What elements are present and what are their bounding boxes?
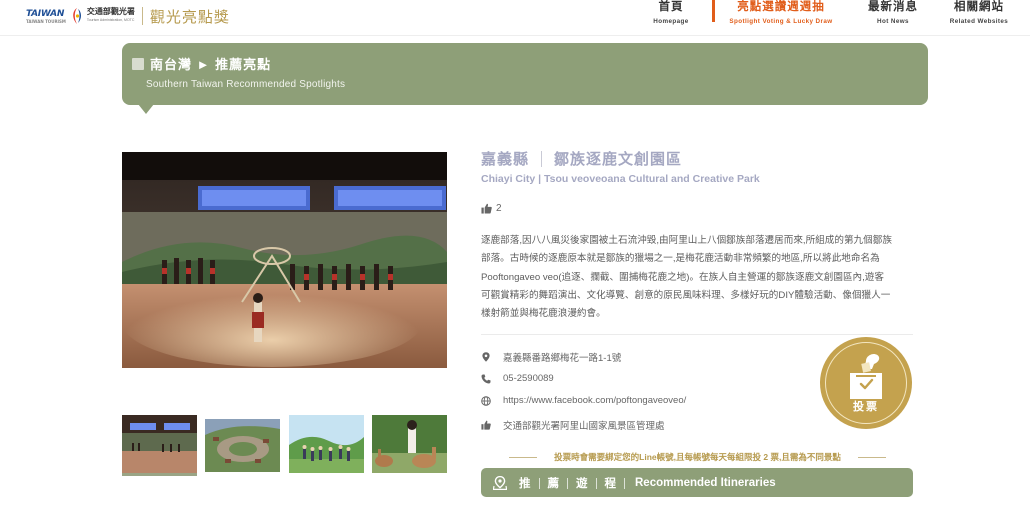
description-line: 樣射箭並與梅花鹿浪漫約會。 [481,308,606,320]
like-count-value: 2 [496,203,502,214]
site-logo[interactable]: TAIWAN TAIWAN TOURISM 交通部觀光署 Tourism Adm… [26,3,230,29]
section-banner: 南台灣 ► 推薦亮點 Southern Taiwan Recommended S… [122,43,928,105]
char-separator [595,477,597,489]
thumbs-up-icon [481,420,491,430]
itinerary-char: 推 [519,477,531,490]
description-line: 部落。古時候的逐鹿原本就是鄒族的獵場之一,是梅花鹿活動非常頻繁的地區,所以將此地… [481,253,880,265]
brand-title: 觀光亮點獎 [149,7,230,26]
organizer-text: 交通部觀光署阿里山國家風景區管理處 [503,421,665,432]
nav-item-related-websites[interactable]: 相關網站 Related Websites [934,0,1024,36]
thumbnail-strip [122,415,447,477]
like-count[interactable]: 2 [481,203,502,214]
nav-item-label-en: Homepage [653,18,689,25]
nav-item-hot-news[interactable]: 最新消息 Hot News [858,0,928,36]
thumbnail-image [371,415,447,476]
globe-icon [481,395,491,406]
website-row: https://www.facebook.com/poftongaveoveo/ [481,395,686,406]
banner-subtitle: Southern Taiwan Recommended Spotlights [146,79,346,90]
thumbnail-image [288,415,364,476]
square-icon [132,57,144,70]
map-marker-icon [493,475,507,490]
spot-subtitle: Chiayi City | Tsou veoveoana Cultural an… [481,173,760,185]
itinerary-char: 程 [604,477,617,490]
banner-title-text: 南台灣 ► 推薦亮點 [150,57,272,72]
vote-notice: 投票時會需要綁定您的Line帳號,且每帳號每天每組限投 2 票,且需為不同景點 [509,451,886,463]
char-separator [538,477,540,489]
description-line: 可觀賞精彩的舞蹈演出、文化導覽、創意的原民風味料理、多樣好玩的DIY體驗活動、像… [481,289,891,301]
taiwan-logo-text: TAIWAN [26,8,65,19]
thumbnail-image [122,415,197,473]
vote-button[interactable]: 投票 [820,337,912,429]
char-separator [567,477,568,489]
notice-text: 投票時會需要綁定您的Line帳號,且每帳號每天每組限投 2 票,且需為不同景點 [554,452,841,462]
stage-performance-photo [122,152,447,368]
nav-item-label-en: Related Websites [949,18,1009,25]
ballot-box-icon [850,353,882,399]
thumbnail-4[interactable] [371,415,447,476]
organization-name-en: Tourism Administration, MOTC [86,18,135,22]
itinerary-char: 薦 [547,477,560,490]
nav-item-label: 首頁 [658,1,684,13]
spot-description: 逐鹿部落,因八八風災後家園被土石流沖毀,由阿里山上八個鄒族部落遷居而來,所組成的… [481,232,913,323]
spot-title: 嘉義縣 鄒族逐鹿文創園區 [481,148,682,169]
itinerary-label-zh: 推薦遊程 [519,475,633,491]
site-header: TAIWAN TAIWAN TOURISM 交通部觀光署 Tourism Adm… [0,0,1030,36]
nav-item-label-en: Spotlight Voting & Lucky Draw [729,18,833,25]
itinerary-label-en: Recommended Itineraries [635,476,776,489]
thumbnail-image [205,415,281,476]
itinerary-char: 遊 [576,477,588,490]
title-separator [541,150,543,167]
nav-item-spotlight-voting[interactable]: 亮點選讚週週抽 Spotlight Voting & Lucky Draw [712,0,850,36]
banner-title: 南台灣 ► 推薦亮點 [132,54,271,73]
map-pin-icon [481,352,491,362]
phone-row: 05-2590089 [481,373,554,384]
phone-icon [481,374,491,384]
spot-name: 鄒族逐鹿文創園區 [554,151,683,168]
taiwan-logo: TAIWAN TAIWAN TOURISM [26,9,66,24]
organizer-row: 交通部觀光署阿里山國家風景區管理處 [481,418,665,432]
vote-button-label: 投票 [853,401,879,413]
description-line: Pooftongaveo veo(追逐、攔截、圍捕梅花鹿之地)。在族人自主營運的… [481,271,884,283]
tourism-mark-icon [73,8,81,24]
logo-divider [141,7,143,25]
nav-item-label: 相關網站 [954,1,1004,13]
website-link[interactable]: https://www.facebook.com/poftongaveoveo/ [503,395,686,406]
main-photo [122,152,447,368]
organization-logo: 交通部觀光署 Tourism Administration, MOTC [87,7,135,25]
thumbnail-3[interactable] [288,415,364,476]
main-nav: 首頁 Homepage 亮點選讚週週抽 Spotlight Voting & L… [638,0,1030,36]
nav-item-homepage[interactable]: 首頁 Homepage [638,0,704,36]
organization-name: 交通部觀光署 [86,7,135,16]
notice-line-left [509,456,537,458]
section-divider [481,334,913,335]
char-separator [624,477,625,489]
thumbnail-1[interactable] [122,415,197,476]
recommended-itineraries-button[interactable]: 推 薦 遊 程 Recommended Itineraries [481,468,913,497]
nav-item-label-en: Hot News [877,18,909,25]
thumbs-up-icon [481,203,492,214]
phone-text[interactable]: 05-2590089 [503,373,554,384]
description-line: 逐鹿部落,因八八風災後家園被土石流沖毀,由阿里山上八個鄒族部落遷居而來,所組成的… [481,235,892,246]
spot-city: 嘉義縣 [481,151,530,168]
banner-pointer [138,104,154,114]
address-text: 嘉義縣番路鄉梅花一路1-1號 [503,353,622,364]
taiwan-logo-subtext: TAIWAN TOURISM [26,18,66,24]
address-row: 嘉義縣番路鄉梅花一路1-1號 [481,350,621,364]
nav-item-label: 最新消息 [868,1,918,13]
nav-item-label: 亮點選讚週週抽 [737,1,825,13]
notice-line-right [858,456,886,458]
thumbnail-2[interactable] [205,415,281,476]
